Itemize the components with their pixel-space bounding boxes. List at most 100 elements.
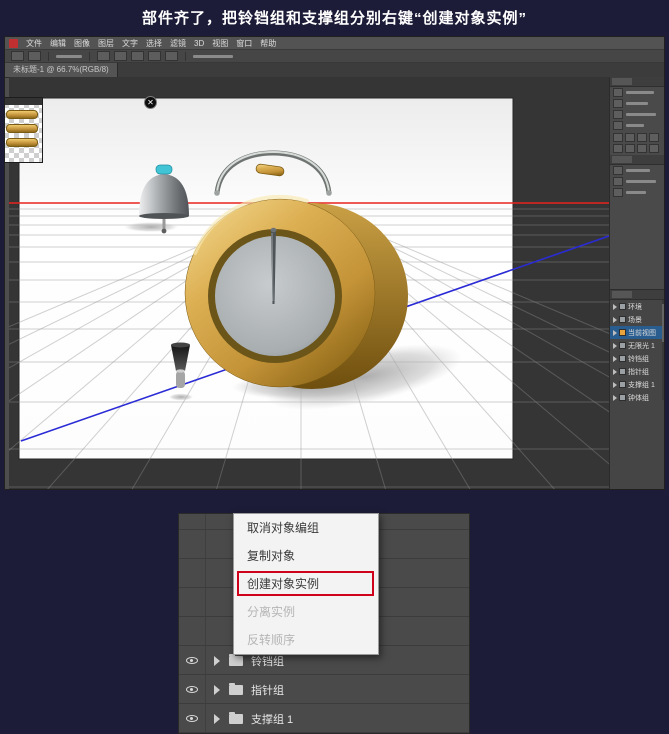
field-placeholder: [626, 91, 654, 94]
object-thumb-icon: [619, 342, 626, 349]
options-bar: [5, 50, 664, 63]
panel-tab[interactable]: [612, 291, 632, 298]
context-menu-item-label: 复制对象: [247, 549, 296, 563]
3d-scale-tool-icon[interactable]: [165, 51, 178, 61]
panel-field: [610, 176, 664, 187]
field-icon[interactable]: [613, 166, 623, 175]
3d-panel-row[interactable]: 支撑组 1: [610, 378, 664, 391]
field-icon[interactable]: [613, 88, 623, 97]
field-placeholder: [626, 191, 646, 194]
disclosure-triangle-icon[interactable]: [613, 329, 617, 336]
menu-item-type[interactable]: 文字: [122, 38, 138, 49]
page-title: 部件齐了，把铃铛组和支撑组分别右键“创建对象实例”: [141, 10, 527, 27]
disclosure-triangle-icon[interactable]: [613, 303, 617, 310]
menu-item-filter[interactable]: 滤镜: [170, 38, 186, 49]
menu-item-image[interactable]: 图像: [74, 38, 90, 49]
photoshop-window: 文件 编辑 图像 图层 文字 选择 滤镜 3D 视图 窗口 帮助 未标题-1 @…: [4, 36, 665, 490]
context-menu-item-label: 创建对象实例: [247, 577, 320, 591]
object-thumb-icon: [619, 303, 626, 310]
panel-header: [610, 290, 664, 300]
separator: [185, 51, 186, 61]
3d-roll-tool-icon[interactable]: [114, 51, 127, 61]
3d-rotate-tool-icon[interactable]: [97, 51, 110, 61]
tool-preset-icon[interactable]: [11, 51, 24, 61]
menu-item-file[interactable]: 文件: [26, 38, 42, 49]
panel-tab[interactable]: [612, 156, 632, 163]
3d-slide-tool-icon[interactable]: [148, 51, 161, 61]
context-menu-item-separate-instance: 分离实例: [234, 598, 378, 626]
disclosure-triangle-icon[interactable]: [613, 342, 617, 349]
disclosure-triangle-icon[interactable]: [613, 355, 617, 362]
panel-tab[interactable]: [612, 78, 632, 85]
layer-row-label: 指针组: [251, 684, 284, 697]
panel-icon[interactable]: [637, 144, 647, 153]
3d-panel-row[interactable]: 钟体组: [610, 391, 664, 404]
3d-panel-row[interactable]: 铃铛组: [610, 352, 664, 365]
panel-icon[interactable]: [613, 133, 623, 142]
panel-icon[interactable]: [649, 144, 659, 153]
texture-preview-panel[interactable]: [5, 97, 43, 163]
context-menu-item-create-instance[interactable]: 创建对象实例: [234, 570, 378, 598]
3d-panel-row[interactable]: 无限光 1: [610, 339, 664, 352]
menu-item-layer[interactable]: 图层: [98, 38, 114, 49]
eye-icon[interactable]: [186, 657, 198, 664]
3d-panel-row-label: 当前视图: [628, 329, 656, 337]
context-menu: 取消对象编组 复制对象 创建对象实例 分离实例 反转顺序: [233, 513, 379, 655]
field-icon[interactable]: [613, 177, 623, 186]
menu-item-edit[interactable]: 编辑: [50, 38, 66, 49]
3d-panel-row[interactable]: 指针组: [610, 365, 664, 378]
option-field-placeholder: [193, 54, 233, 58]
field-icon[interactable]: [613, 121, 623, 130]
eye-icon[interactable]: [186, 715, 198, 722]
field-icon[interactable]: [613, 188, 623, 197]
clock-body-object[interactable]: [184, 194, 408, 389]
panel-icon[interactable]: [637, 133, 647, 142]
3d-panel-row-label: 钟体组: [628, 394, 649, 402]
scrollbar-thumb[interactable]: [662, 304, 664, 342]
eye-icon[interactable]: [186, 686, 198, 693]
panel-icon[interactable]: [625, 133, 635, 142]
close-icon[interactable]: ✕: [144, 96, 157, 109]
disclosure-triangle-icon[interactable]: [613, 381, 617, 388]
document-tab[interactable]: 未标题-1 @ 66.7%(RGB/8): [5, 63, 118, 77]
panel-icon[interactable]: [625, 144, 635, 153]
context-menu-item-ungroup[interactable]: 取消对象编组: [234, 514, 378, 542]
object-thumb-icon: [619, 329, 626, 336]
layer-row-hands-group[interactable]: 指针组: [179, 675, 469, 704]
disclosure-triangle-icon[interactable]: [613, 394, 617, 401]
panel-header: [610, 77, 664, 87]
panel-field: [610, 109, 664, 120]
menu-item-help[interactable]: 帮助: [260, 38, 276, 49]
panel-field: [610, 187, 664, 198]
panel-icon[interactable]: [649, 133, 659, 142]
gold-strip: [6, 110, 38, 119]
tool-options-icon[interactable]: [28, 51, 41, 61]
field-placeholder: [626, 124, 644, 127]
panel-field: [610, 165, 664, 176]
scene-canvas[interactable]: [9, 77, 609, 490]
panel-icon[interactable]: [613, 144, 623, 153]
menu-item-window[interactable]: 窗口: [236, 38, 252, 49]
disclosure-triangle-icon[interactable]: [214, 655, 220, 666]
3d-pan-tool-icon[interactable]: [131, 51, 144, 61]
3d-panel-row[interactable]: 环境: [610, 300, 664, 313]
menu-item-select[interactable]: 选择: [146, 38, 162, 49]
disclosure-triangle-icon[interactable]: [214, 713, 220, 724]
disclosure-triangle-icon[interactable]: [214, 684, 220, 695]
object-thumb-icon: [619, 381, 626, 388]
context-menu-item-duplicate[interactable]: 复制对象: [234, 542, 378, 570]
menu-item-view[interactable]: 视图: [212, 38, 228, 49]
menu-item-3d[interactable]: 3D: [194, 39, 204, 48]
disclosure-triangle-icon[interactable]: [613, 368, 617, 375]
panel-icon-grid: [610, 131, 664, 155]
3d-panel-row-selected[interactable]: 当前视图: [610, 326, 664, 339]
3d-panel-row-label: 支撑组 1: [628, 381, 655, 389]
disclosure-triangle-icon[interactable]: [613, 316, 617, 323]
panel-field: [610, 120, 664, 131]
scrollbar[interactable]: [662, 300, 664, 400]
folder-icon: [229, 682, 243, 695]
layer-row-support-group[interactable]: 支撑组 1: [179, 704, 469, 733]
field-icon[interactable]: [613, 99, 623, 108]
field-icon[interactable]: [613, 110, 623, 119]
3d-panel-row[interactable]: 场景: [610, 313, 664, 326]
